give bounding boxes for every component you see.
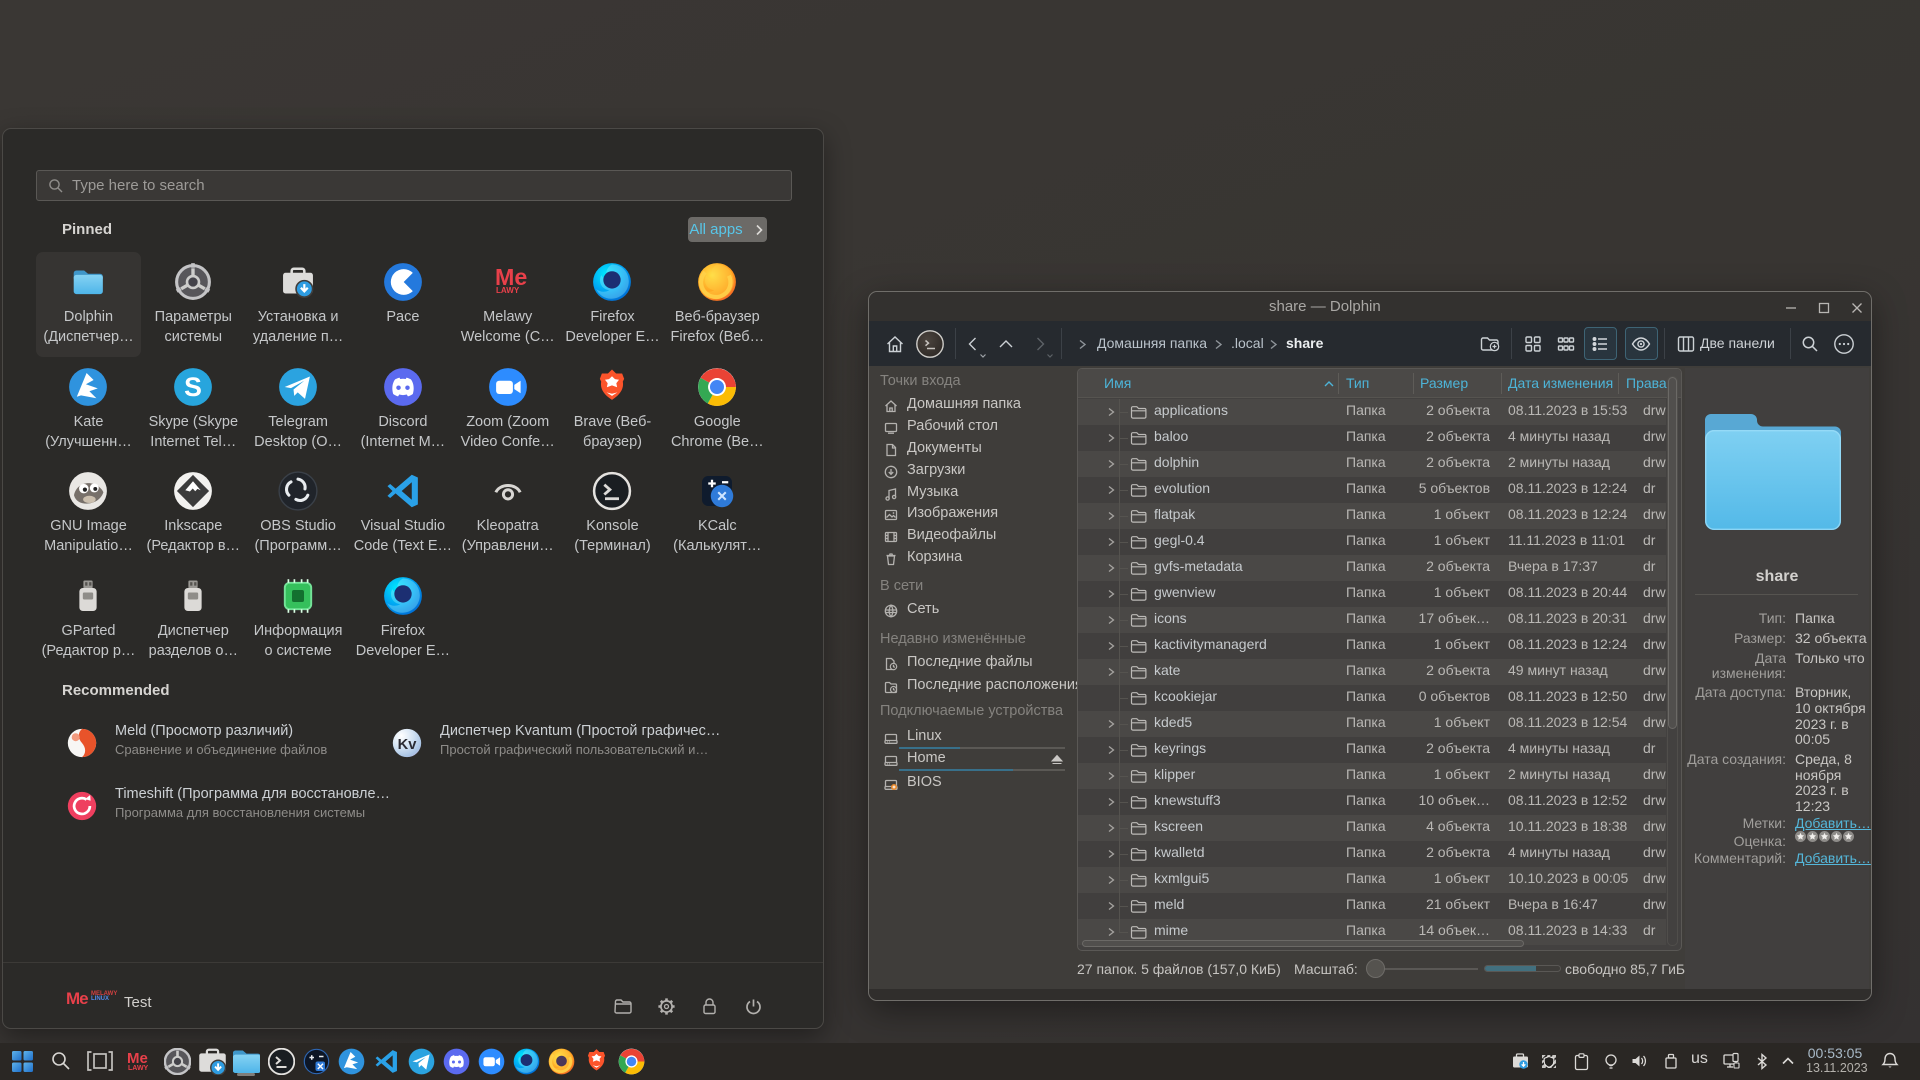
svg-text:LAWY: LAWY xyxy=(128,1065,149,1072)
svg-text:Kv: Kv xyxy=(398,737,418,753)
svg-text:S: S xyxy=(184,372,202,402)
svg-text:LAWY: LAWY xyxy=(496,286,520,295)
